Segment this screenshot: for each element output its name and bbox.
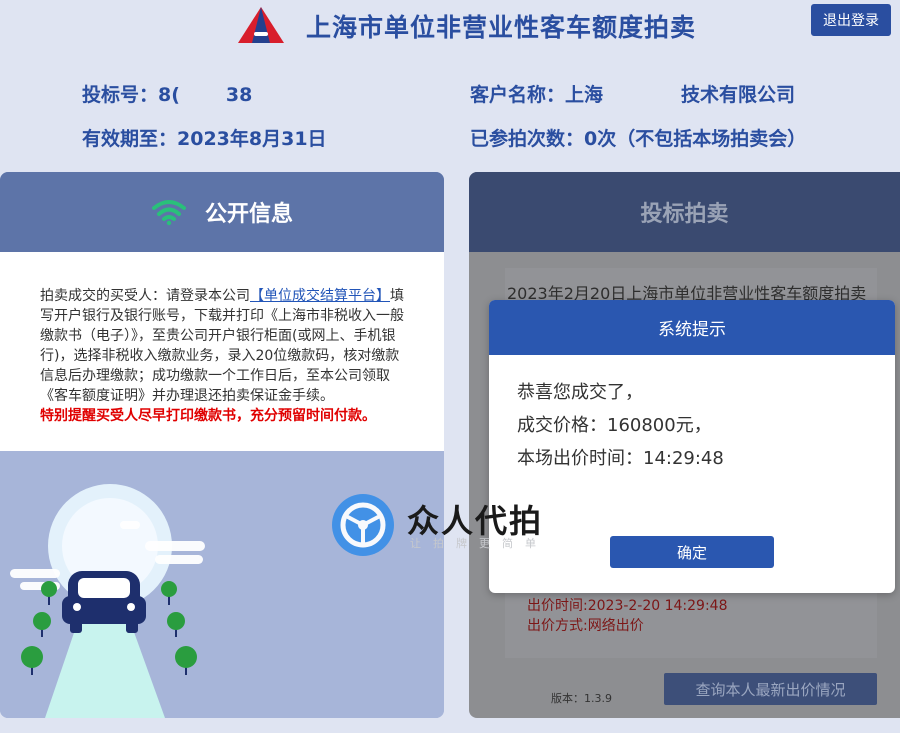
confirm-button[interactable]: 确定: [610, 536, 774, 568]
customer-end: 技术有限公司: [681, 84, 796, 106]
system-alert-dialog: 系统提示 恭喜您成交了， 成交价格：160800元， 本场出价时间：14:29:…: [489, 300, 895, 593]
customer-label: 客户名称：: [470, 84, 566, 106]
dialog-title: 系统提示: [489, 300, 895, 355]
success-message: 恭喜您成交了，: [517, 382, 643, 403]
car-road-illustration: [0, 451, 444, 718]
notice-text-start: 拍卖成交的买受人：请登录本公司: [40, 288, 250, 304]
public-info-header: 公开信息: [0, 172, 444, 252]
logout-button[interactable]: 退出登录: [811, 4, 891, 36]
bid-number-end: 38: [225, 84, 253, 106]
customer-start: 上海: [565, 84, 604, 106]
notice-text-rest: 填写开户银行及银行账号，下载并打印《上海市非税收入一般缴款书（电子）》，至贵公司…: [40, 288, 404, 404]
watermark-slogan: 让拍牌更简单: [410, 537, 548, 550]
wifi-icon: [151, 200, 186, 226]
valid-until: 有效期至：2023年8月31日: [82, 128, 327, 150]
bid-number-label: 投标号：: [82, 84, 159, 106]
site-title: 上海市单位非营业性客车额度拍卖: [306, 13, 697, 42]
bidding-tab-title[interactable]: 投标拍卖: [469, 172, 900, 252]
settlement-platform-link[interactable]: 【单位成交结算平台】: [250, 288, 390, 304]
logo-icon: [238, 7, 284, 43]
bid-number-start: 8(: [158, 84, 180, 106]
bid-method: 出价方式:网络出价: [527, 618, 644, 634]
customer-name: 客户名称：上海 技术有限公司: [470, 80, 795, 107]
deal-price: 成交价格：160800元，: [517, 415, 712, 436]
public-info-panel: 公开信息 拍卖成交的买受人：请登录本公司【单位成交结算平台】填写开户银行及银行账…: [0, 172, 444, 718]
public-info-title: 公开信息: [204, 202, 293, 227]
query-latest-bid-button[interactable]: 查询本人最新出价情况: [664, 673, 877, 705]
version-label: 版本：1.3.9: [551, 692, 612, 705]
bid-time-message: 本场出价时间：14:29:48: [517, 448, 724, 469]
bid-time: 出价时间:2023-2-20 14:29:48: [527, 598, 728, 614]
payment-warning: 特别提醒买受人尽早打印缴款书，充分预留时间付款。: [40, 408, 376, 424]
bid-number: 投标号：8( 38: [82, 80, 252, 107]
watermark-logo-icon: [332, 494, 394, 556]
public-info-body: 拍卖成交的买受人：请登录本公司【单位成交结算平台】填写开户银行及银行账号，下载并…: [0, 252, 444, 451]
participation-count: 已参拍次数：0次（不包括本场拍卖会）: [470, 128, 807, 150]
